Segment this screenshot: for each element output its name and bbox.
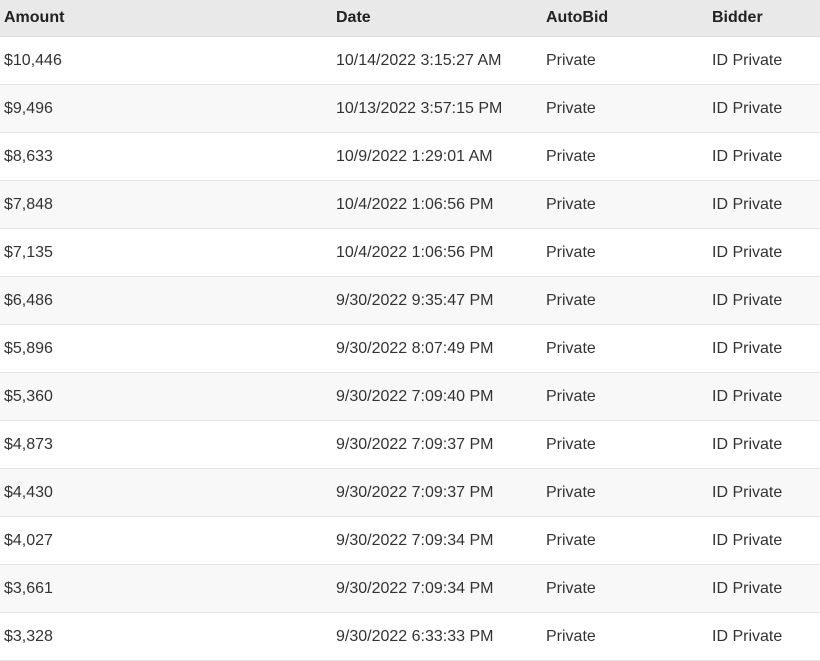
cell-amount: $4,873	[0, 420, 168, 469]
cell-autobid: Private	[546, 84, 712, 133]
bid-history-table: Amount Date AutoBid Bidder $10,446 10/14/…	[0, 0, 820, 661]
cell-date: 9/30/2022 7:09:37 PM	[168, 420, 546, 469]
cell-amount: $4,430	[0, 468, 168, 517]
cell-amount: $5,896	[0, 324, 168, 373]
cell-date: 9/30/2022 7:09:34 PM	[168, 564, 546, 613]
table-row[interactable]: $3,661 9/30/2022 7:09:34 PM Private ID Priv…	[0, 564, 820, 613]
table-header-row: Amount Date AutoBid Bidder	[0, 0, 820, 37]
cell-autobid: Private	[546, 420, 712, 469]
table-row[interactable]: $10,446 10/14/2022 3:15:27 AM Private ID Pr…	[0, 36, 820, 85]
cell-amount: $7,848	[0, 180, 168, 229]
cell-bidder: ID Private	[712, 564, 820, 613]
cell-bidder: ID Private	[712, 36, 820, 85]
cell-date: 10/14/2022 3:15:27 AM	[168, 36, 546, 85]
table-row[interactable]: $7,135 10/4/2022 1:06:56 PM Private ID Priv…	[0, 228, 820, 277]
cell-autobid: Private	[546, 468, 712, 517]
table-row[interactable]: $4,430 9/30/2022 7:09:37 PM Private ID Priv…	[0, 468, 820, 517]
cell-date: 10/4/2022 1:06:56 PM	[168, 180, 546, 229]
column-header-autobid[interactable]: AutoBid	[546, 0, 712, 37]
table-row[interactable]: $4,873 9/30/2022 7:09:37 PM Private ID Priv…	[0, 420, 820, 469]
cell-bidder: ID Private	[712, 276, 820, 325]
cell-autobid: Private	[546, 132, 712, 181]
cell-bidder: ID Private	[712, 324, 820, 373]
cell-autobid: Private	[546, 564, 712, 613]
cell-date: 10/4/2022 1:06:56 PM	[168, 228, 546, 277]
cell-amount: $6,486	[0, 276, 168, 325]
cell-date: 10/13/2022 3:57:15 PM	[168, 84, 546, 133]
cell-bidder: ID Private	[712, 132, 820, 181]
cell-date: 9/30/2022 7:09:37 PM	[168, 468, 546, 517]
table-row[interactable]: $8,633 10/9/2022 1:29:01 AM Private ID Priv…	[0, 132, 820, 181]
cell-amount: $9,496	[0, 84, 168, 133]
cell-bidder: ID Private	[712, 516, 820, 565]
cell-autobid: Private	[546, 276, 712, 325]
table-row[interactable]: $4,027 9/30/2022 7:09:34 PM Private ID Priv…	[0, 516, 820, 565]
cell-amount: $5,360	[0, 372, 168, 421]
cell-autobid: Private	[546, 228, 712, 277]
cell-bidder: ID Private	[712, 468, 820, 517]
cell-amount: $3,328	[0, 612, 168, 661]
cell-autobid: Private	[546, 516, 712, 565]
cell-amount: $7,135	[0, 228, 168, 277]
column-header-amount[interactable]: Amount	[0, 0, 168, 37]
table-row[interactable]: $6,486 9/30/2022 9:35:47 PM Private ID Priv…	[0, 276, 820, 325]
cell-autobid: Private	[546, 36, 712, 85]
table-row[interactable]: $5,360 9/30/2022 7:09:40 PM Private ID Priv…	[0, 372, 820, 421]
cell-date: 9/30/2022 7:09:40 PM	[168, 372, 546, 421]
cell-amount: $8,633	[0, 132, 168, 181]
cell-date: 10/9/2022 1:29:01 AM	[168, 132, 546, 181]
cell-date: 9/30/2022 7:09:34 PM	[168, 516, 546, 565]
cell-date: 9/30/2022 9:35:47 PM	[168, 276, 546, 325]
cell-amount: $10,446	[0, 36, 168, 85]
cell-autobid: Private	[546, 372, 712, 421]
cell-bidder: ID Private	[712, 420, 820, 469]
cell-bidder: ID Private	[712, 84, 820, 133]
cell-bidder: ID Private	[712, 372, 820, 421]
cell-autobid: Private	[546, 324, 712, 373]
table-row[interactable]: $7,848 10/4/2022 1:06:56 PM Private ID Priv…	[0, 180, 820, 229]
column-header-date[interactable]: Date	[168, 0, 546, 37]
table-row[interactable]: $3,328 9/30/2022 6:33:33 PM Private ID Priv…	[0, 612, 820, 661]
table-body: $10,446 10/14/2022 3:15:27 AM Private ID Pr…	[0, 36, 820, 661]
table-row[interactable]: $5,896 9/30/2022 8:07:49 PM Private ID Priv…	[0, 324, 820, 373]
column-header-bidder-label: Bidder	[712, 9, 763, 26]
cell-amount: $3,661	[0, 564, 168, 613]
cell-autobid: Private	[546, 612, 712, 661]
column-header-autobid-label: AutoBid	[546, 9, 609, 26]
column-header-amount-label: Amount	[4, 9, 65, 26]
table-header: Amount Date AutoBid Bidder	[0, 0, 820, 37]
cell-bidder: ID Private	[712, 612, 820, 661]
cell-bidder: ID Private	[712, 180, 820, 229]
cell-bidder: ID Private	[712, 228, 820, 277]
column-header-bidder[interactable]: Bidder	[712, 0, 820, 37]
cell-date: 9/30/2022 6:33:33 PM	[168, 612, 546, 661]
table-row[interactable]: $9,496 10/13/2022 3:57:15 PM Private ID Pri…	[0, 84, 820, 133]
cell-amount: $4,027	[0, 516, 168, 565]
cell-autobid: Private	[546, 180, 712, 229]
cell-date: 9/30/2022 8:07:49 PM	[168, 324, 546, 373]
column-header-date-label: Date	[336, 9, 371, 26]
